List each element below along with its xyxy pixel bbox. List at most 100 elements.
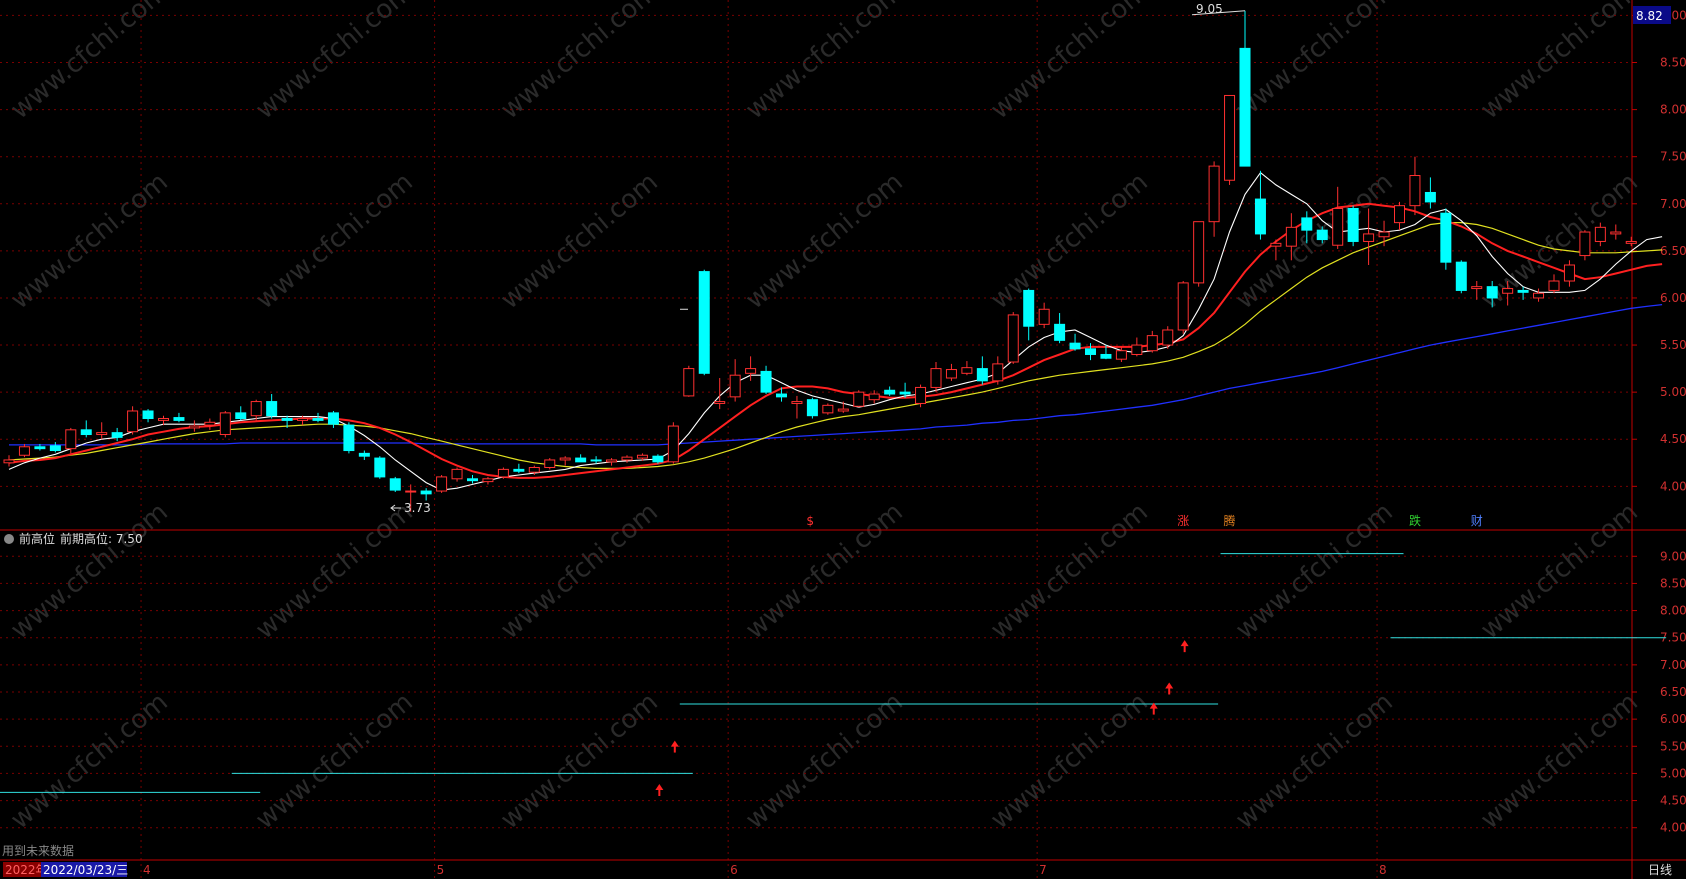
- candle-body: [482, 478, 494, 483]
- candle[interactable]: [853, 390, 865, 408]
- low-price-marker: 3.73: [404, 501, 431, 515]
- candle[interactable]: [127, 406, 139, 435]
- candle[interactable]: [204, 418, 216, 430]
- candle[interactable]: [436, 475, 448, 493]
- candle[interactable]: [822, 403, 834, 415]
- candle[interactable]: [513, 463, 525, 474]
- y-tick-label-main: 8.00: [1660, 103, 1686, 117]
- candle[interactable]: [1131, 337, 1143, 357]
- candle[interactable]: [1548, 274, 1560, 294]
- candle[interactable]: [96, 422, 108, 440]
- collapse-icon[interactable]: [4, 534, 14, 544]
- candle[interactable]: [1610, 224, 1622, 240]
- watermark-text: www.cfchi.com: [1230, 497, 1399, 645]
- watermark-text: www.cfchi.com: [495, 497, 664, 645]
- candle-body: [667, 425, 679, 463]
- candle[interactable]: [1023, 288, 1035, 341]
- candle[interactable]: [575, 454, 587, 463]
- candle-body: [235, 412, 247, 420]
- candle-body: [1579, 231, 1591, 257]
- candle[interactable]: [930, 362, 942, 393]
- candle[interactable]: [1177, 281, 1189, 334]
- candle[interactable]: [1224, 94, 1236, 185]
- candle[interactable]: [1208, 161, 1220, 237]
- candle[interactable]: [358, 450, 370, 460]
- candle[interactable]: [3, 455, 15, 467]
- y-tick-label-indicator: 7.00: [1660, 658, 1686, 672]
- candle[interactable]: [1085, 343, 1096, 361]
- candle[interactable]: [683, 365, 695, 397]
- candle[interactable]: [1394, 201, 1405, 231]
- candle-body: [281, 418, 293, 421]
- candle-body: [1224, 94, 1236, 181]
- candle[interactable]: [327, 410, 339, 428]
- candle[interactable]: [961, 361, 973, 376]
- candle-body: [374, 457, 386, 478]
- candle[interactable]: [1254, 170, 1266, 240]
- candle[interactable]: [497, 467, 509, 479]
- candle[interactable]: [1579, 230, 1591, 261]
- candle[interactable]: [945, 363, 957, 381]
- candle[interactable]: [1563, 260, 1575, 287]
- candle[interactable]: [49, 442, 61, 453]
- candle[interactable]: [343, 422, 355, 454]
- candle[interactable]: [1424, 177, 1436, 209]
- candle[interactable]: [544, 458, 556, 470]
- candle[interactable]: [482, 476, 494, 485]
- candle-body: [776, 393, 787, 398]
- candle-body: [1285, 226, 1297, 247]
- ma60-line: [9, 303, 1663, 446]
- candle[interactable]: [266, 394, 278, 419]
- candle[interactable]: [559, 456, 571, 466]
- candle[interactable]: [451, 467, 463, 482]
- candle[interactable]: [698, 269, 710, 376]
- candle[interactable]: [188, 420, 200, 432]
- candle[interactable]: [590, 456, 602, 464]
- candle[interactable]: [652, 454, 664, 464]
- candle[interactable]: [976, 356, 988, 385]
- candle[interactable]: [142, 409, 154, 423]
- candle[interactable]: [1069, 333, 1081, 351]
- candle[interactable]: [1038, 302, 1050, 329]
- candle[interactable]: [1007, 312, 1019, 364]
- candle[interactable]: [389, 476, 401, 492]
- candle[interactable]: [18, 443, 30, 458]
- candle[interactable]: [1162, 326, 1174, 349]
- candle[interactable]: [1455, 260, 1467, 294]
- candle[interactable]: [729, 359, 741, 402]
- candle[interactable]: [80, 420, 92, 438]
- period-label[interactable]: 日线: [1648, 863, 1672, 877]
- candle[interactable]: [915, 384, 927, 408]
- candle[interactable]: [1409, 156, 1421, 216]
- candle-body: [1177, 282, 1189, 331]
- candle[interactable]: [250, 399, 262, 421]
- candle[interactable]: [760, 365, 772, 395]
- candle[interactable]: [1625, 236, 1637, 247]
- candle[interactable]: [806, 397, 818, 419]
- candle[interactable]: [173, 412, 185, 423]
- candle[interactable]: [235, 406, 247, 421]
- event-mark: 跌: [1409, 513, 1421, 528]
- candle[interactable]: [467, 475, 478, 484]
- candle[interactable]: [667, 422, 679, 464]
- candle[interactable]: [1193, 221, 1205, 287]
- candle[interactable]: [1332, 186, 1344, 249]
- candle[interactable]: [837, 401, 849, 413]
- candle[interactable]: [1347, 205, 1359, 247]
- candle[interactable]: [606, 458, 618, 466]
- candle-body: [497, 468, 509, 478]
- candle-body: [1594, 226, 1606, 242]
- candle[interactable]: [1440, 208, 1452, 270]
- candle[interactable]: [374, 456, 386, 479]
- candle[interactable]: [884, 386, 896, 396]
- y-tick-label-main: 7.00: [1660, 197, 1686, 211]
- candle[interactable]: [1054, 313, 1066, 344]
- candle-body: [1193, 221, 1205, 284]
- candle[interactable]: [1146, 330, 1158, 353]
- candle[interactable]: [219, 410, 231, 438]
- candle-body: [590, 459, 602, 462]
- candle[interactable]: [420, 488, 432, 501]
- candle[interactable]: [791, 395, 803, 419]
- candle[interactable]: [1239, 10, 1251, 167]
- candle[interactable]: [992, 356, 1004, 385]
